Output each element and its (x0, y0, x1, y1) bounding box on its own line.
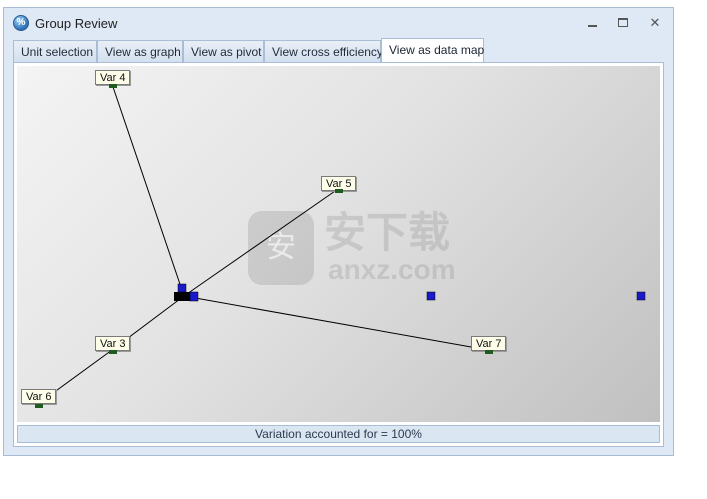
minimize-button[interactable] (581, 14, 603, 32)
var-marker-var5 (335, 189, 343, 193)
maximize-button[interactable] (612, 14, 634, 32)
vector-line-var5 (183, 188, 339, 297)
tab-view-as-pivot[interactable]: View as pivot (183, 40, 264, 62)
unit-point[interactable] (177, 283, 187, 293)
var-label-var6[interactable]: Var 6 (21, 389, 57, 404)
title-bar[interactable]: % Group Review ✕ (4, 8, 673, 38)
var-label-var7[interactable]: Var 7 (471, 336, 507, 351)
tab-view-cross-efficiency[interactable]: View cross efficiency (264, 40, 383, 62)
unit-point[interactable] (182, 292, 190, 301)
vector-line-var4 (111, 83, 185, 297)
maximize-icon (618, 18, 628, 27)
unit-point[interactable] (426, 291, 436, 301)
unit-point[interactable] (174, 292, 183, 301)
status-bar: Variation accounted for = 100% (17, 425, 660, 443)
tab-panel: 安 安下载 anxz.com Var 4 Var 5 Var 3 Var 6 V… (13, 62, 664, 447)
window-title: Group Review (35, 16, 118, 31)
app-icon: % (13, 15, 29, 31)
tab-unit-selection[interactable]: Unit selection (13, 40, 97, 62)
close-icon: ✕ (649, 15, 661, 30)
vector-line-var7 (183, 295, 489, 351)
unit-point[interactable] (636, 291, 646, 301)
var-label-var3[interactable]: Var 3 (95, 336, 131, 351)
var-marker-var4 (109, 84, 117, 88)
group-review-window: % Group Review ✕ Unit selection View as … (3, 7, 674, 456)
close-button[interactable]: ✕ (644, 14, 666, 32)
unit-point[interactable] (189, 291, 199, 302)
var-marker-var3 (109, 350, 117, 354)
tab-view-as-data-map[interactable]: View as data map (381, 38, 484, 63)
var-marker-var7 (485, 350, 493, 354)
var-marker-var6 (35, 404, 43, 408)
map-canvas (37, 83, 646, 405)
minimize-icon (587, 25, 597, 27)
tab-view-as-graph[interactable]: View as graph (97, 40, 183, 62)
data-map[interactable]: 安 安下载 anxz.com Var 4 Var 5 Var 3 Var 6 V… (17, 66, 660, 422)
var-label-var4[interactable]: Var 4 (95, 70, 131, 85)
